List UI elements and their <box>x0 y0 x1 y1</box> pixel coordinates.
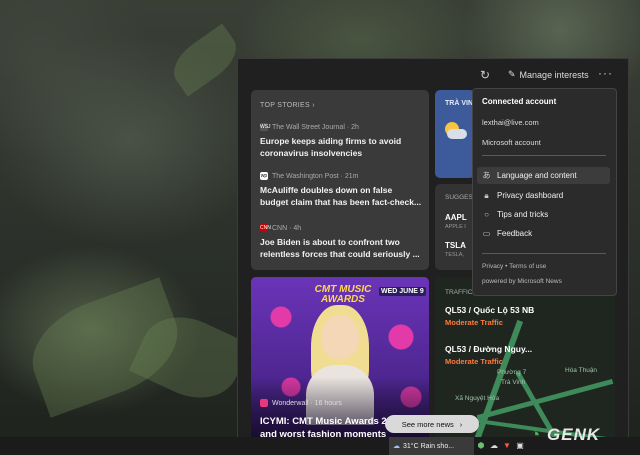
panel-header: ↻ ✎ Manage interests ··· <box>238 59 628 89</box>
map-label: Trà Vinh <box>501 379 526 386</box>
privacy-terms-links[interactable]: Privacy • Terms of use <box>482 263 546 270</box>
washington-post-logo-icon: wp <box>260 172 268 180</box>
tray-app-icon[interactable]: ▣ <box>515 441 525 451</box>
people-icon[interactable]: ⬢ <box>476 441 486 451</box>
traffic-status: Moderate Traffic <box>445 318 503 327</box>
language-icon: あ <box>482 171 491 180</box>
menu-item-label: Feedback <box>497 229 533 238</box>
menu-item-label: Language and content <box>497 171 577 180</box>
stock-ticker[interactable]: TSLA <box>445 241 466 250</box>
chevron-right-icon: › <box>459 419 463 429</box>
story-headline[interactable]: Joe Biden is about to confront two relen… <box>260 236 422 260</box>
story-source-label: The Washington Post · 21m <box>272 172 359 180</box>
powered-by-label: powered by Microsoft News <box>482 278 562 285</box>
traffic-status: Moderate Traffic <box>445 357 503 366</box>
weather-location: TRÀ VIN <box>445 100 473 107</box>
map-label: Hòa Thuận <box>565 367 598 374</box>
onedrive-icon[interactable]: ☁ <box>489 441 499 451</box>
story-source-label: CNN · 4h <box>272 224 302 232</box>
menu-item-feedback[interactable]: ▭ Feedback <box>477 225 610 242</box>
menu-divider <box>482 253 606 254</box>
taskbar-weather-button[interactable]: ☁ 31°C Rain sho... <box>389 437 474 455</box>
more-options-button[interactable]: ··· <box>598 66 613 80</box>
map-label: Phường 7 <box>497 369 527 376</box>
awards-logo: CMT MUSIC AWARDS <box>314 284 372 305</box>
lightbulb-icon: ○ <box>484 210 489 219</box>
menu-item-label: Privacy dashboard <box>497 191 564 200</box>
stock-name: TESLA, <box>445 252 464 258</box>
see-more-news-button[interactable]: See more news › <box>385 415 479 433</box>
refresh-icon[interactable]: ↻ <box>478 68 492 82</box>
stocks-card[interactable]: SUGGES AAPL APPLE I TSLA TESLA, <box>435 184 475 270</box>
story-source: WSJ The Wall Street Journal · 2h <box>260 123 422 131</box>
traffic-route[interactable]: QL53 / Đường Nguy... <box>445 344 532 354</box>
story-item[interactable]: WSJ The Wall Street Journal · 2h Europe … <box>260 123 422 159</box>
menu-item-privacy-dashboard[interactable]: 🔒︎ Privacy dashboard <box>477 187 610 204</box>
menu-item-language-and-content[interactable]: あ Language and content <box>477 167 610 184</box>
menu-item-tips-and-tricks[interactable]: ○ Tips and tricks <box>477 206 610 223</box>
stock-name: APPLE I <box>445 224 466 230</box>
story-source-label: The Wall Street Journal · 2h <box>272 123 359 131</box>
feedback-icon: ▭ <box>482 229 491 238</box>
story-item[interactable]: CNN CNN · 4h Joe Biden is about to confr… <box>260 224 422 260</box>
weather-card[interactable]: TRÀ VIN <box>435 90 475 178</box>
story-headline[interactable]: Europe keeps aiding firms to avoid coron… <box>260 135 422 159</box>
brave-icon[interactable]: ▼ <box>502 441 512 451</box>
top-stories-heading[interactable]: TOP STORIES › <box>260 102 315 109</box>
story-source: wp The Washington Post · 21m <box>260 172 422 180</box>
top-stories-card: TOP STORIES › WSJ The Wall Street Journa… <box>251 90 429 270</box>
cnn-logo-icon: CNN <box>260 224 271 232</box>
see-more-label: See more news <box>401 419 454 429</box>
story-headline[interactable]: McAuliffe doubles down on false budget c… <box>260 184 422 208</box>
menu-divider <box>482 155 606 156</box>
pencil-icon: ✎ <box>508 69 516 79</box>
photo-story-source: Wonderwall · 16 hours <box>260 399 342 407</box>
connected-account-heading: Connected account <box>482 97 557 106</box>
watermark-g-icon: ◔ <box>530 425 542 444</box>
manage-interests-label: Manage interests <box>519 69 589 80</box>
microsoft-account-link[interactable]: Microsoft account <box>482 138 541 147</box>
menu-item-label: Tips and tricks <box>497 210 549 219</box>
cloud-rain-icon: ☁ <box>393 443 400 450</box>
manage-interests-button[interactable]: ✎ Manage interests <box>508 69 589 80</box>
story-item[interactable]: wp The Washington Post · 21m McAuliffe d… <box>260 172 422 208</box>
story-source: CNN CNN · 4h <box>260 224 422 232</box>
lock-icon: 🔒︎ <box>484 190 489 200</box>
account-email: lexthai@live.com <box>482 118 539 127</box>
map-label: Xã Nguyệt Hóa <box>455 395 500 402</box>
traffic-route[interactable]: QL53 / Quốc Lộ 53 NB <box>445 305 534 315</box>
options-menu: Connected account lexthai@live.com Micro… <box>472 88 617 296</box>
date-tag: WED JUNE 9 <box>379 287 426 296</box>
person-face <box>321 315 359 359</box>
stock-ticker[interactable]: AAPL <box>445 213 467 222</box>
photo-story-source-label: Wonderwall · 16 hours <box>272 399 342 407</box>
cloud-icon <box>447 129 467 139</box>
wsj-logo-icon: WSJ <box>260 123 271 131</box>
stocks-heading: SUGGES <box>445 194 473 201</box>
wonderwall-logo-icon <box>260 399 268 407</box>
watermark-logo: ◔ GENK <box>530 425 600 445</box>
taskbar-weather-label: 31°C Rain sho... <box>403 442 455 450</box>
watermark-text: GENK <box>547 425 601 444</box>
